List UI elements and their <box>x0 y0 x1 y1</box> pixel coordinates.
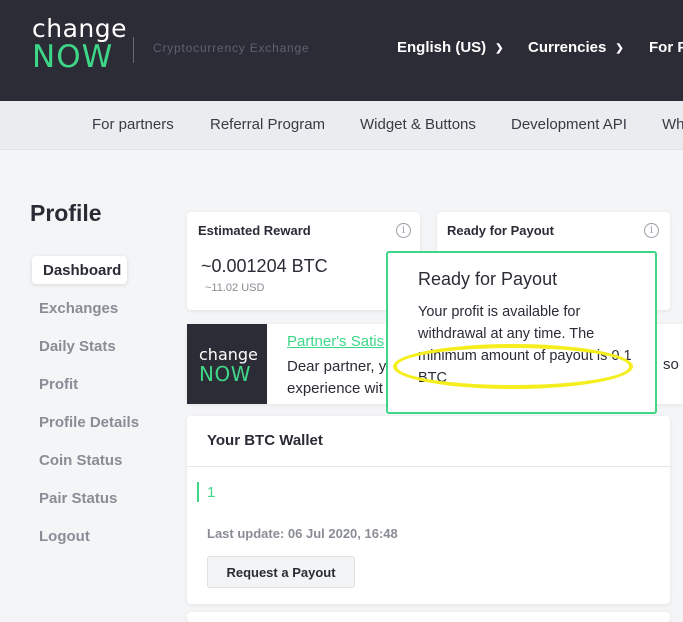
sidebar-item-label: Dashboard <box>43 262 122 279</box>
wallet-input-cursor <box>197 482 199 502</box>
subnav-widget-buttons[interactable]: Widget & Buttons <box>360 116 476 133</box>
sidebar-item-profile-details[interactable]: Profile Details <box>39 414 139 431</box>
currencies-label: Currencies <box>528 39 607 56</box>
wallet-title: Your BTC Wallet <box>207 432 323 449</box>
sidebar-item-daily-stats[interactable]: Daily Stats <box>39 338 116 355</box>
sidebar-item-pair-status[interactable]: Pair Status <box>39 490 117 507</box>
top-header: change NOW Cryptocurrency Exchange Engli… <box>0 0 683 101</box>
sidebar-item-exchanges[interactable]: Exchanges <box>39 300 118 317</box>
subnav-referral-program[interactable]: Referral Program <box>210 116 325 133</box>
payout-tooltip: Ready for Payout Your profit is availabl… <box>386 251 657 414</box>
estimated-reward-usd: ~11.02 USD <box>205 282 265 294</box>
logo-now-text[interactable]: NOW <box>32 39 113 75</box>
estimated-reward-label: Estimated Reward <box>198 223 311 238</box>
request-payout-button[interactable]: Request a Payout <box>207 556 355 588</box>
partner-message-line: experience wit <box>287 380 383 397</box>
for-partners-menu[interactable]: For P <box>649 39 683 56</box>
subnav-more[interactable]: Wh <box>662 116 683 133</box>
subnav-development-api[interactable]: Development API <box>511 116 627 133</box>
partner-message: Dear partner, y experience wit <box>287 356 386 400</box>
highlight-annotation <box>393 344 633 389</box>
currencies-menu[interactable]: Currencies ❯ <box>528 39 624 56</box>
chevron-down-icon: ❯ <box>495 43 504 54</box>
sidebar-item-logout[interactable]: Logout <box>39 528 90 545</box>
wallet-divider <box>187 466 670 467</box>
partner-message-line: Dear partner, y <box>287 358 387 375</box>
sidebar-item-profit[interactable]: Profit <box>39 376 78 393</box>
last-update-text: Last update: 06 Jul 2020, 16:48 <box>207 526 398 541</box>
tagline: Cryptocurrency Exchange <box>153 41 310 55</box>
for-partners-label: For P <box>649 39 683 56</box>
mini-logo-now-text: NOW <box>199 362 251 386</box>
partner-satisfaction-link[interactable]: Partner's Satis <box>287 333 384 350</box>
info-icon[interactable]: i <box>396 223 411 238</box>
language-selector[interactable]: English (US) ❯ <box>397 39 504 56</box>
tooltip-title: Ready for Payout <box>418 269 558 289</box>
language-label: English (US) <box>397 39 487 56</box>
changenow-logo: change NOW <box>187 324 267 404</box>
chevron-down-icon: ❯ <box>615 43 624 54</box>
sub-navigation: For partners Referral Program Widget & B… <box>0 101 683 150</box>
partner-message-tail: so <box>663 356 679 373</box>
sidebar-item-dashboard[interactable]: Dashboard <box>32 256 127 284</box>
estimated-reward-value: ~0.001204 BTC <box>201 256 328 276</box>
next-card <box>187 612 670 622</box>
page-title: Profile <box>30 200 102 226</box>
info-icon[interactable]: i <box>644 223 659 238</box>
logo-divider <box>133 37 134 63</box>
sidebar-item-coin-status[interactable]: Coin Status <box>39 452 122 469</box>
ready-for-payout-label: Ready for Payout <box>447 223 554 238</box>
subnav-for-partners[interactable]: For partners <box>92 116 174 133</box>
wallet-address-input[interactable]: 1 <box>207 484 215 501</box>
